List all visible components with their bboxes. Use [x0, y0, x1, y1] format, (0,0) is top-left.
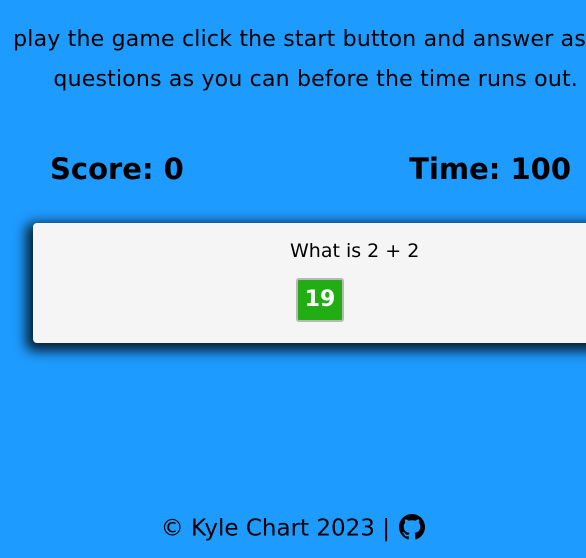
question-text: What is 2 + 2: [290, 240, 420, 262]
game-page: play the game click the start button and…: [0, 0, 586, 558]
instructions-line-1: play the game click the start button and…: [13, 27, 586, 52]
answer-button[interactable]: 19: [296, 278, 344, 322]
footer-copyright: © Kyle Chart 2023 |: [160, 515, 390, 542]
question-card: What is 2 + 2 19: [33, 223, 586, 343]
instructions: play the game click the start button and…: [0, 22, 586, 102]
instructions-line-2: questions as you can before the time run…: [53, 67, 578, 92]
github-icon[interactable]: [399, 513, 426, 540]
score-display: Score: 0: [50, 152, 184, 186]
timer-display: Time: 100: [409, 152, 571, 186]
footer: © Kyle Chart 2023 |: [0, 508, 586, 549]
